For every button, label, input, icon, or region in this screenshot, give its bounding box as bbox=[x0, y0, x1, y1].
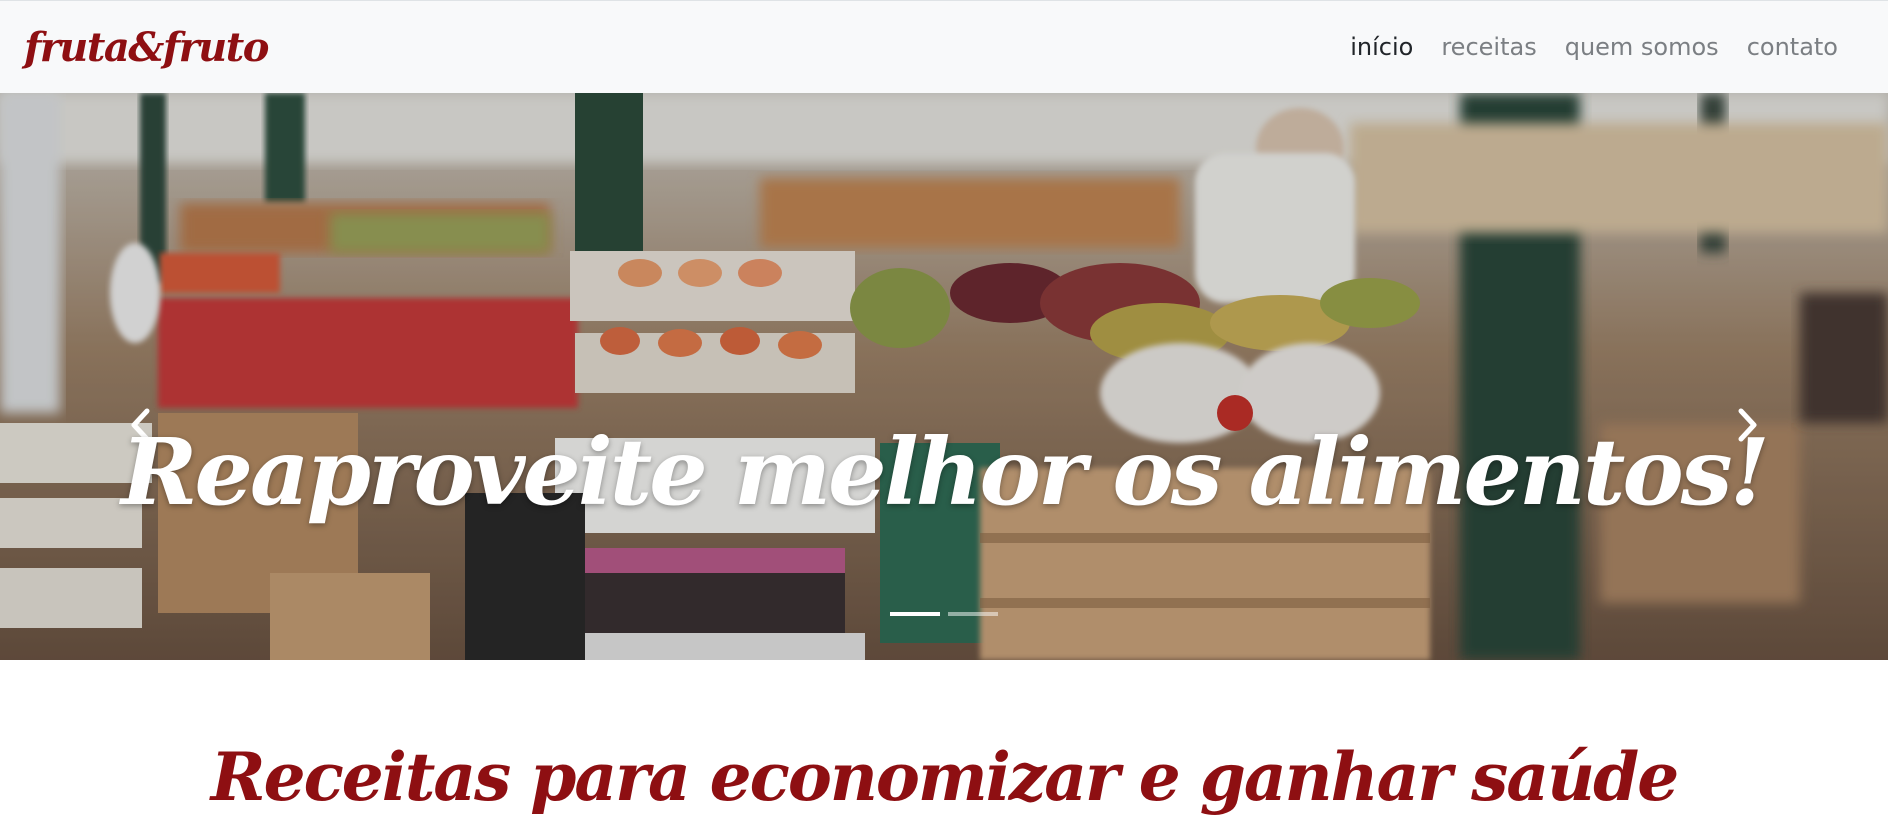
nav-links: início receitas quem somos contato bbox=[1336, 33, 1852, 61]
nav-link-quem-somos[interactable]: quem somos bbox=[1551, 33, 1733, 61]
carousel-indicators bbox=[890, 612, 998, 616]
carousel-indicator-2[interactable] bbox=[948, 612, 998, 616]
brand-logo[interactable]: fruta&fruto bbox=[24, 24, 269, 71]
nav-link-inicio[interactable]: início bbox=[1336, 33, 1427, 61]
market-stall-photo bbox=[0, 93, 1888, 660]
carousel-indicator-1[interactable] bbox=[890, 612, 940, 616]
carousel-caption: Reaproveite melhor os alimentos! bbox=[121, 418, 1770, 526]
nav-link-contato[interactable]: contato bbox=[1733, 33, 1852, 61]
nav-link-receitas[interactable]: receitas bbox=[1427, 33, 1550, 61]
navbar: fruta&fruto início receitas quem somos c… bbox=[0, 0, 1888, 93]
hero-carousel: Reaproveite melhor os alimentos! bbox=[0, 93, 1888, 660]
section-title: Receitas para economizar e ganhar saúde bbox=[210, 738, 1679, 816]
